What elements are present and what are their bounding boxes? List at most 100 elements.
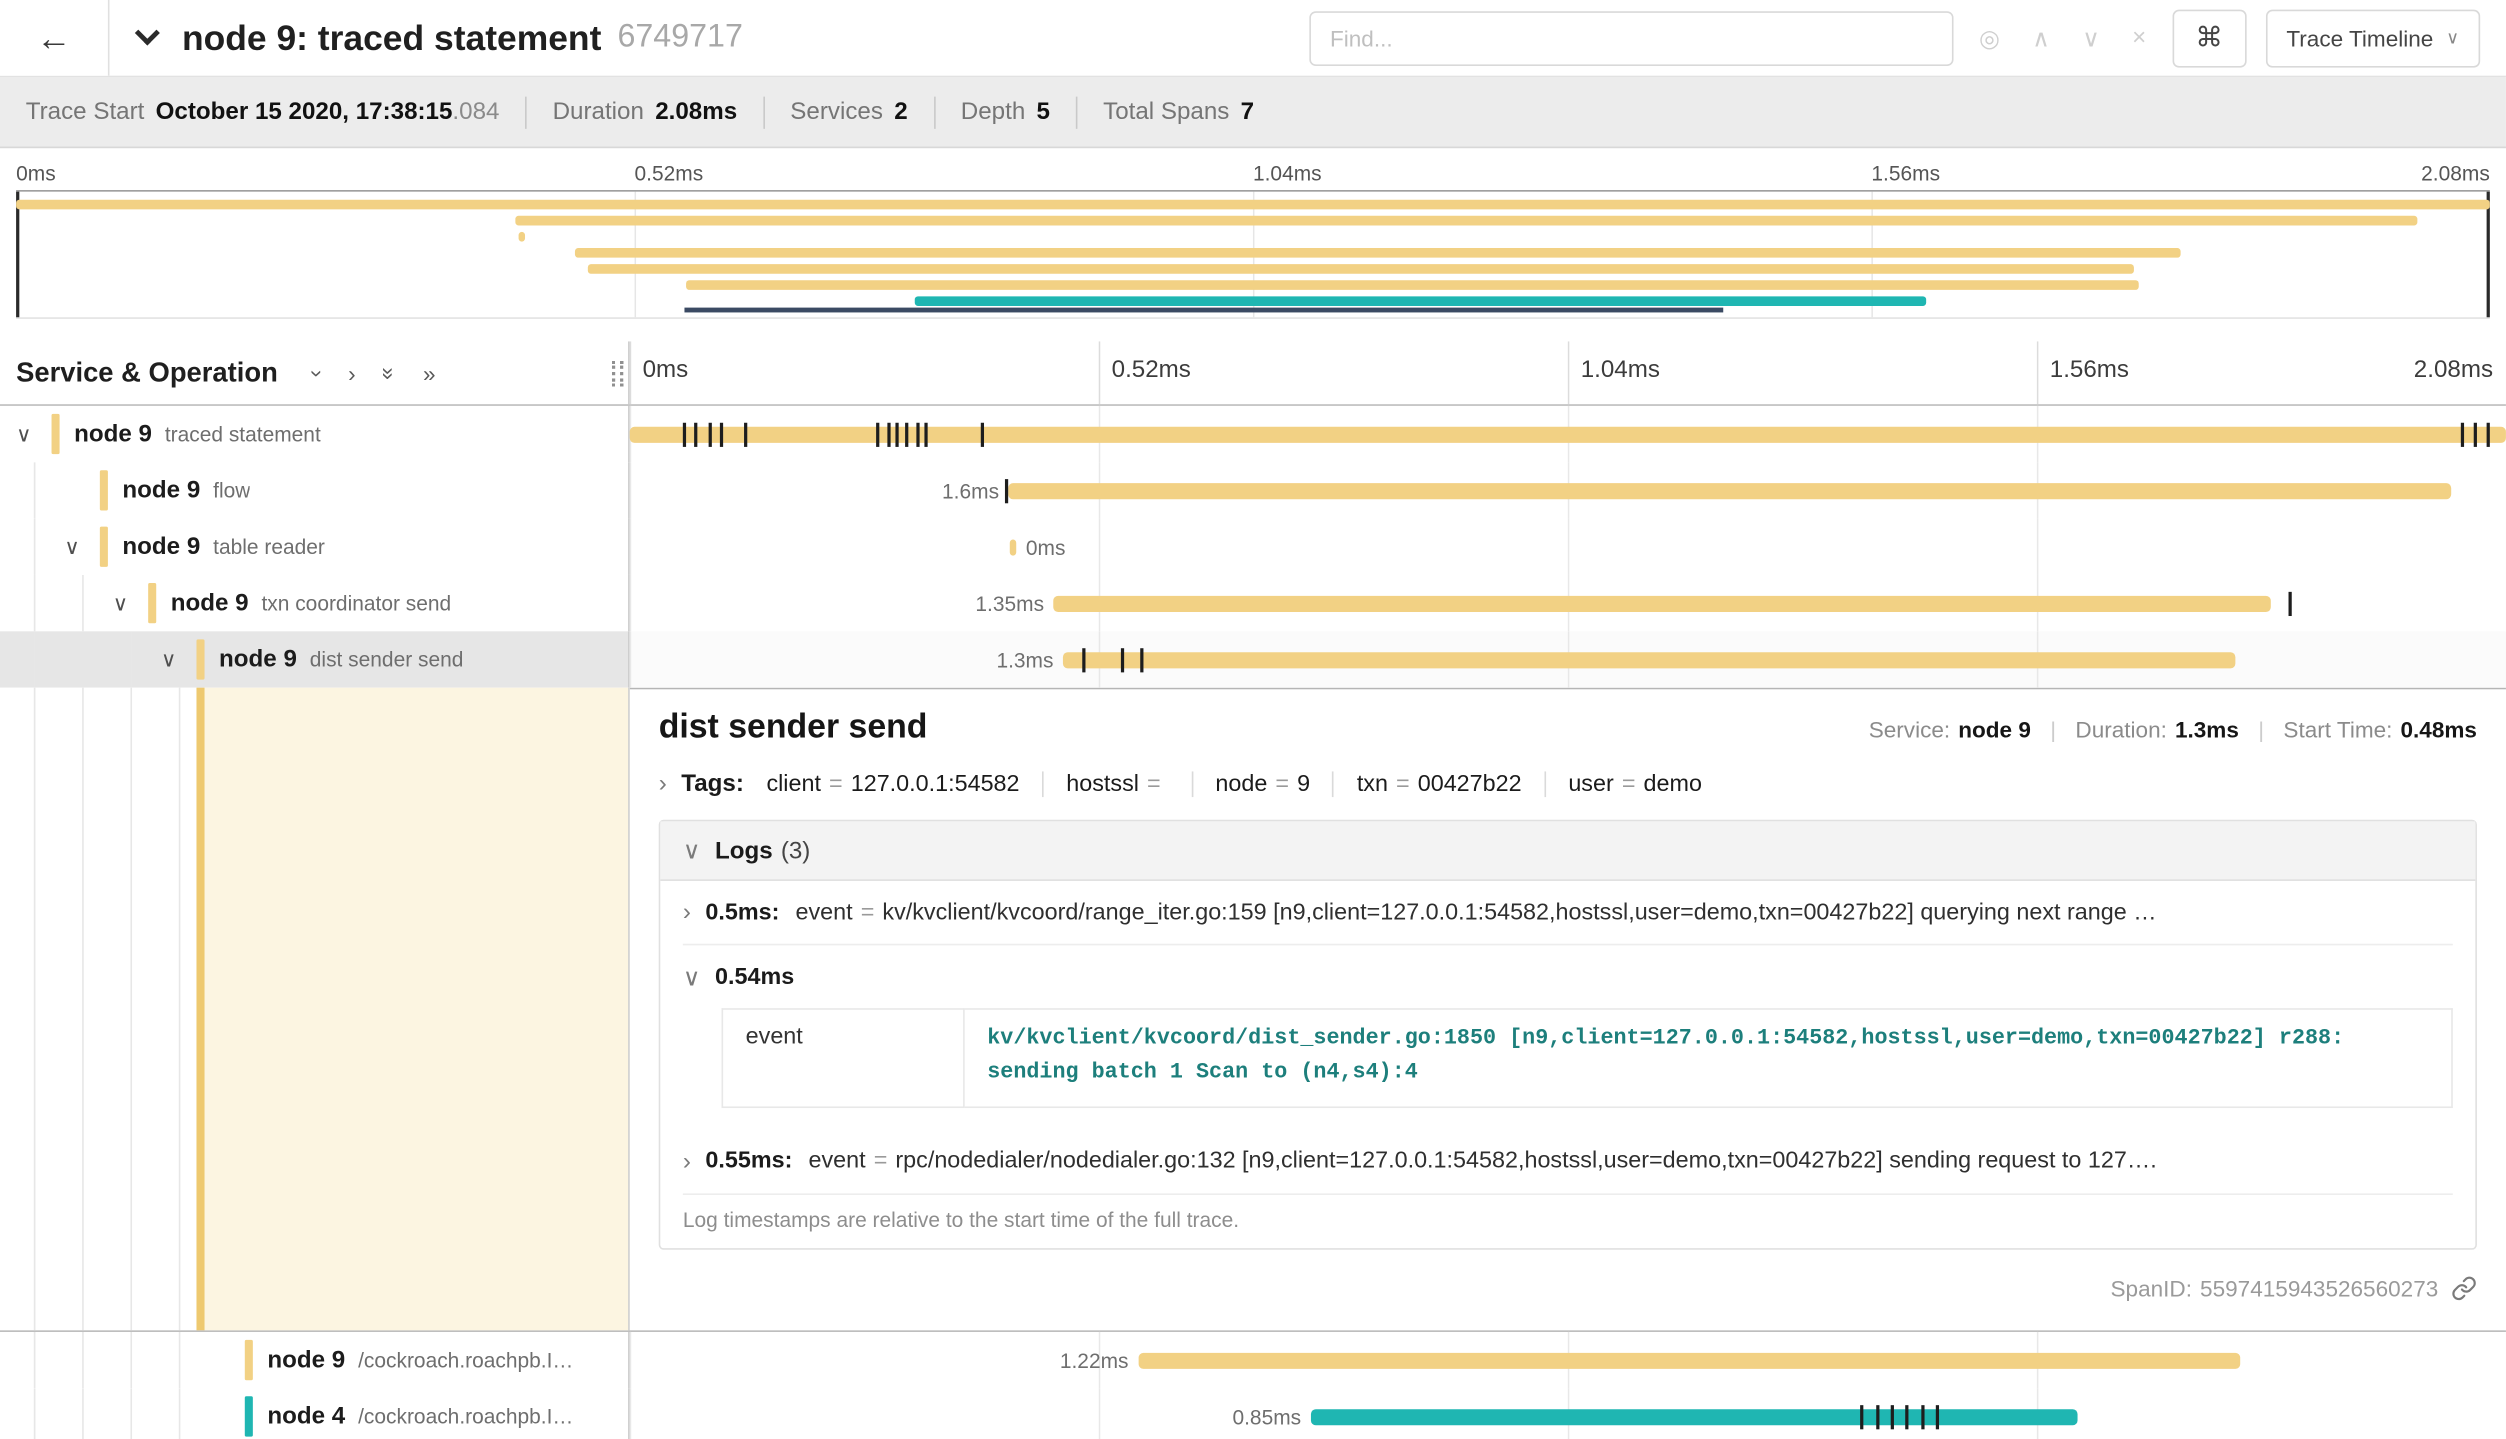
span-tree-item[interactable]: node 4 /cockroach.roachpb.I… bbox=[0, 1388, 630, 1439]
minimap-span-bar bbox=[686, 280, 2138, 290]
column-resizer-grip[interactable] bbox=[612, 360, 623, 386]
chevron-down-icon[interactable]: ∨ bbox=[683, 963, 701, 992]
depth-value: 5 bbox=[1037, 98, 1050, 125]
axis-tick: 1.56ms bbox=[2050, 356, 2129, 383]
chevron-down-icon[interactable]: ∨ bbox=[64, 534, 99, 560]
log-marker bbox=[682, 422, 685, 446]
minimap-dark-bar bbox=[684, 308, 1723, 313]
log-marker bbox=[1891, 1404, 1894, 1428]
span-operation-title: dist sender send bbox=[659, 709, 928, 748]
minimap-span-bar bbox=[588, 264, 2134, 274]
log-marker bbox=[1005, 478, 1008, 502]
span-duration-label: 1.35ms bbox=[975, 591, 1044, 615]
depth-label: Depth bbox=[961, 98, 1025, 125]
chevron-down-icon[interactable]: ∨ bbox=[113, 590, 148, 616]
logs-footnote: Log timestamps are relative to the start… bbox=[683, 1193, 2453, 1248]
minimap-span-bar bbox=[16, 200, 2490, 210]
log-summary: event=rpc/nodedialer/nodedialer.go:132 [… bbox=[808, 1149, 2452, 1175]
prev-match-icon[interactable]: ∧ bbox=[2032, 23, 2050, 52]
trace-view-dropdown[interactable]: Trace Timeline ∨ bbox=[2265, 9, 2480, 67]
log-marker bbox=[924, 422, 927, 446]
match-highlight-icon[interactable]: ◎ bbox=[1979, 23, 2000, 52]
operation-name: /cockroach.roachpb.I… bbox=[358, 1404, 573, 1428]
log-marker bbox=[1082, 647, 1085, 671]
span-bar-cell[interactable]: 1.6ms bbox=[630, 462, 2506, 518]
back-button[interactable]: ← bbox=[0, 0, 110, 76]
axis-tick: 0.52ms bbox=[635, 161, 704, 185]
divider bbox=[763, 96, 765, 128]
span-duration-bar[interactable] bbox=[1011, 539, 1017, 555]
log-entry[interactable]: › 0.5ms: event=kv/kvclient/kvcoord/range… bbox=[683, 881, 2453, 944]
collapse-one-icon[interactable]: › bbox=[304, 369, 330, 377]
deep-link-icon[interactable] bbox=[2451, 1275, 2477, 1301]
span-tree-item[interactable]: ∨ node 9 txn coordinator send bbox=[0, 575, 630, 631]
span-bar-cell[interactable] bbox=[630, 406, 2506, 462]
timeline-header: Service & Operation › › » » 0ms 0.52ms 1… bbox=[0, 341, 2506, 405]
chevron-down-icon[interactable]: ∨ bbox=[161, 647, 196, 673]
chevron-right-icon[interactable]: › bbox=[683, 899, 691, 926]
logs-accordion-header[interactable]: ∨ Logs (3) bbox=[660, 821, 2475, 881]
span-duration-bar[interactable] bbox=[1138, 1352, 2239, 1368]
minimap-span-bar bbox=[575, 248, 2180, 258]
total-spans-value: 7 bbox=[1241, 98, 1254, 125]
duration-label: Duration bbox=[553, 98, 644, 125]
span-duration-bar[interactable] bbox=[1009, 482, 2452, 498]
indent-guide bbox=[179, 1332, 181, 1388]
next-match-icon[interactable]: ∨ bbox=[2082, 23, 2100, 52]
indent-guide bbox=[82, 575, 84, 631]
expand-all-icon[interactable]: » bbox=[423, 360, 436, 386]
span-duration-label: 0ms bbox=[1026, 535, 1066, 559]
log-entries: › 0.5ms: event=kv/kvclient/kvcoord/range… bbox=[660, 881, 2475, 1248]
minimap-canvas[interactable] bbox=[16, 190, 2490, 319]
indent-guide bbox=[34, 688, 36, 1331]
span-tree-item[interactable]: ∨ node 9 dist sender send bbox=[0, 631, 630, 687]
span-bar-cell[interactable]: 1.3ms bbox=[630, 631, 2506, 687]
span-duration-bar[interactable] bbox=[630, 426, 2506, 442]
span-bar-cell[interactable]: 0.85ms bbox=[630, 1388, 2506, 1439]
selected-span-band bbox=[196, 688, 628, 1331]
clear-find-icon[interactable]: × bbox=[2132, 24, 2146, 51]
span-tree-item[interactable]: ∨ node 9 table reader bbox=[0, 519, 630, 575]
chevron-right-icon[interactable]: › bbox=[683, 1148, 691, 1175]
minimap-axis: 0ms 0.52ms 1.04ms 1.56ms 2.08ms bbox=[16, 158, 2490, 190]
log-entry-header[interactable]: ∨ 0.54ms bbox=[683, 963, 2453, 992]
span-bar-cell[interactable]: 1.22ms bbox=[630, 1332, 2506, 1388]
span-tree-item[interactable]: node 9 flow bbox=[0, 462, 630, 518]
span-duration-bar[interactable] bbox=[1063, 651, 2236, 667]
log-marker bbox=[906, 422, 909, 446]
span-tree-item[interactable]: ∨ node 9 traced statement bbox=[0, 406, 630, 462]
service-color-bar bbox=[148, 583, 156, 623]
log-marker bbox=[2474, 422, 2477, 446]
logs-count: (3) bbox=[781, 837, 811, 864]
indent-guide bbox=[34, 1332, 36, 1388]
axis-tick: 2.08ms bbox=[2421, 161, 2490, 185]
chevron-down-icon[interactable]: ∨ bbox=[16, 421, 51, 447]
collapse-trace-header-chevron-icon[interactable] bbox=[135, 20, 160, 45]
span-tree-item[interactable]: node 9 /cockroach.roachpb.I… bbox=[0, 1332, 630, 1388]
timeline-axis: 0ms 0.52ms 1.04ms 1.56ms 2.08ms bbox=[630, 341, 2506, 404]
minimap-left-handle[interactable] bbox=[16, 192, 19, 318]
span-bar-cell[interactable]: 0ms bbox=[630, 519, 2506, 575]
log-marker bbox=[2288, 591, 2291, 615]
indent-guide bbox=[34, 519, 36, 575]
service-name: node 9 bbox=[219, 646, 297, 673]
log-marker bbox=[2487, 422, 2490, 446]
span-bar-cell[interactable]: 1.35ms bbox=[630, 575, 2506, 631]
tags-accordion[interactable]: › Tags: client=127.0.0.1:54582 hostssl= … bbox=[659, 770, 2477, 797]
service-operation-title: Service & Operation bbox=[16, 357, 278, 389]
minimap-right-handle[interactable] bbox=[2487, 192, 2490, 318]
span-row: ∨ node 9 dist sender send 1.3ms bbox=[0, 631, 2506, 687]
collapse-all-icon[interactable]: » bbox=[376, 367, 402, 380]
chevron-right-icon[interactable]: › bbox=[659, 770, 667, 797]
expand-one-icon[interactable]: › bbox=[348, 360, 356, 386]
indent-guide bbox=[34, 575, 36, 631]
span-duration-bar[interactable] bbox=[1054, 595, 2272, 611]
trace-minimap: 0ms 0.52ms 1.04ms 1.56ms 2.08ms bbox=[0, 148, 2506, 319]
log-marker bbox=[875, 422, 878, 446]
log-entry[interactable]: › 0.55ms: event=rpc/nodedialer/nodediale… bbox=[683, 1130, 2453, 1193]
keyboard-shortcuts-button[interactable]: ⌘ bbox=[2172, 9, 2246, 67]
span-duration-bar[interactable] bbox=[1311, 1408, 2078, 1424]
service-name: node 9 bbox=[171, 589, 249, 616]
indent-guide bbox=[179, 1388, 181, 1439]
find-input[interactable] bbox=[1309, 10, 1953, 65]
